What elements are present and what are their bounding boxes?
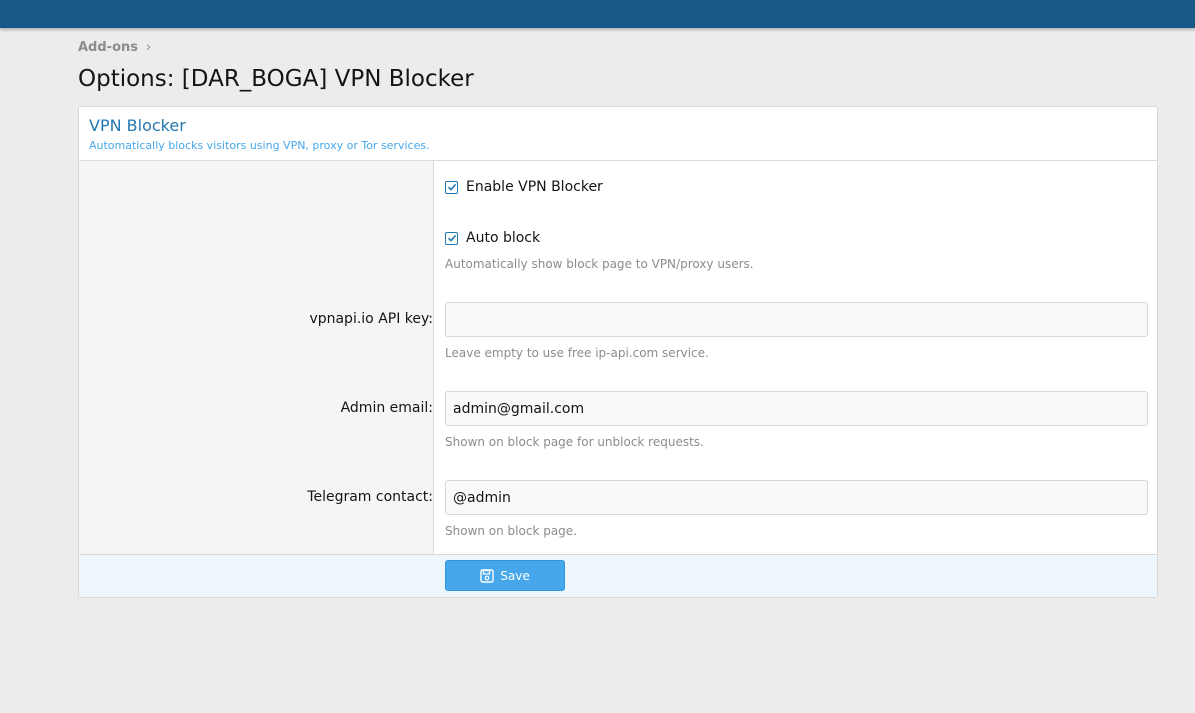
block-header: VPN Blocker Automatically blocks visitor… — [79, 107, 1157, 161]
top-navigation-bar — [0, 0, 1195, 28]
enable-vpn-blocker-checkbox-row[interactable]: Enable VPN Blocker — [445, 179, 603, 195]
auto-block-label: Auto block — [466, 230, 541, 246]
api-key-hint: Leave empty to use free ip-api.com servi… — [445, 346, 709, 360]
auto-block-hint: Automatically show block page to VPN/pro… — [445, 257, 754, 271]
options-block: VPN Blocker Automatically blocks visitor… — [78, 106, 1158, 598]
save-icon — [480, 568, 494, 583]
enable-vpn-blocker-label: Enable VPN Blocker — [466, 179, 603, 195]
api-key-label: vpnapi.io API key: — [309, 311, 433, 327]
telegram-contact-hint: Shown on block page. — [445, 524, 577, 538]
admin-email-input[interactable] — [445, 391, 1148, 426]
chevron-right-icon: › — [146, 40, 152, 55]
page-title: Options: [DAR_BOGA] VPN Blocker — [78, 66, 474, 92]
form-footer: Save — [79, 554, 1157, 597]
admin-email-hint: Shown on block page for unblock requests… — [445, 435, 704, 449]
form-body: Enable VPN Blocker Auto block Automatica… — [79, 161, 1157, 554]
enable-vpn-blocker-checkbox[interactable] — [445, 180, 458, 194]
telegram-contact-label: Telegram contact: — [307, 489, 433, 505]
checkmark-icon — [447, 183, 456, 191]
auto-block-checkbox[interactable] — [445, 231, 458, 245]
checkmark-icon — [447, 234, 456, 242]
block-description: Automatically blocks visitors using VPN,… — [89, 139, 430, 152]
block-title: VPN Blocker — [89, 116, 186, 135]
admin-email-label: Admin email: — [340, 400, 433, 416]
breadcrumb-link-add-ons[interactable]: Add-ons — [78, 40, 138, 55]
save-button-label: Save — [500, 568, 530, 583]
breadcrumb: Add-ons › — [78, 40, 151, 55]
auto-block-checkbox-row[interactable]: Auto block — [445, 230, 540, 246]
api-key-input[interactable] — [445, 302, 1148, 337]
telegram-contact-input[interactable] — [445, 480, 1148, 515]
save-button[interactable]: Save — [445, 560, 565, 591]
